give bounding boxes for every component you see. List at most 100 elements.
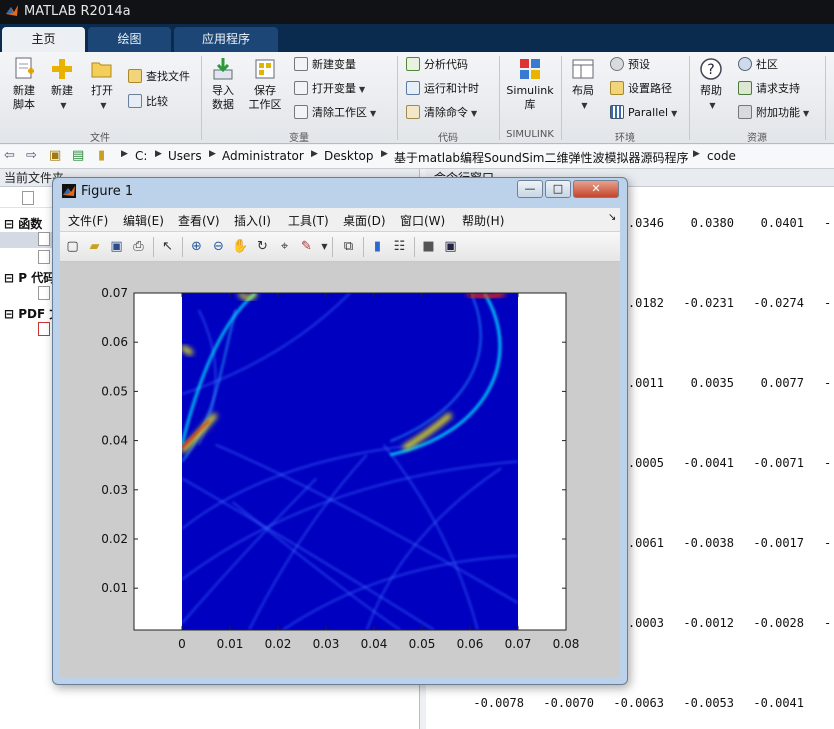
help-icon: ? — [700, 58, 722, 80]
output-value: -0.0028 — [753, 616, 804, 630]
collapse-icon: ⊟ — [4, 217, 19, 231]
up-folder-icon[interactable]: ▣ — [49, 148, 61, 163]
menu-help[interactable]: 帮助(H) — [462, 212, 504, 229]
open-button[interactable]: 打开 ▼ — [78, 56, 126, 113]
breadcrumb-item[interactable]: code — [707, 149, 736, 163]
breadcrumb-item[interactable]: Users — [168, 149, 202, 163]
breadcrumb-item[interactable]: C: — [135, 149, 147, 163]
breadcrumb-separator: ▶ — [693, 149, 700, 159]
layout-button[interactable]: 布局 ▼ — [559, 56, 607, 113]
address-bar: ⇦ ⇨ ▣ ▤ ▮ ▶ C: ▶ Users ▶ Administrator ▶… — [0, 145, 834, 169]
add-ons-button[interactable]: 附加功能 ▼ — [738, 103, 809, 123]
hide-plot-tools-icon[interactable]: ■ — [420, 238, 437, 255]
clear-commands-icon — [406, 105, 420, 119]
simulink-library-button[interactable]: Simulink 库 — [502, 56, 558, 112]
save-icon[interactable]: ▣ — [108, 238, 125, 255]
data-cursor-icon[interactable]: ⌖ — [276, 238, 293, 255]
clear-workspace-button[interactable]: 清除工作区 ▼ — [294, 103, 376, 123]
toolbar-divider — [182, 237, 183, 257]
breadcrumb-item[interactable]: 基于matlab编程SoundSim二维弹性波模拟器源码程序 — [394, 149, 688, 166]
help-button[interactable]: ? 帮助 ▼ — [687, 56, 735, 113]
brush-icon[interactable]: ✎ — [298, 238, 315, 255]
pan-icon[interactable]: ✋ — [232, 238, 249, 255]
menu-insert[interactable]: 插入(I) — [234, 212, 271, 229]
breadcrumb-item[interactable]: Desktop — [324, 149, 374, 163]
compare-button[interactable]: 比较 — [128, 92, 168, 112]
find-files-button[interactable]: 查找文件 — [128, 67, 190, 87]
clear-commands-button[interactable]: 清除命令 ▼ — [406, 103, 477, 123]
matlab-file-icon — [38, 232, 50, 246]
menu-window[interactable]: 窗口(W) — [400, 212, 445, 229]
zoom-in-icon[interactable]: ⊕ — [188, 238, 205, 255]
menu-desktop[interactable]: 桌面(D) — [343, 212, 386, 229]
tab-home[interactable]: 主页 — [2, 27, 85, 52]
add-ons-icon — [738, 105, 752, 119]
app-titlebar: MATLAB R2014a — [0, 0, 834, 24]
chevron-down-icon: ▼ — [471, 109, 478, 118]
breadcrumb-separator: ▶ — [209, 149, 216, 159]
close-button[interactable]: ✕ — [573, 180, 619, 198]
link-icon[interactable]: ⧉ — [340, 238, 357, 255]
output-value: -0.0041 — [683, 456, 734, 470]
maximize-button[interactable]: □ — [545, 180, 571, 198]
output-value: -0.0053 — [683, 696, 734, 710]
analyze-code-button[interactable]: 分析代码 — [406, 55, 468, 75]
chevron-down-icon: ▼ — [370, 109, 377, 118]
breadcrumb-item[interactable]: Administrator — [222, 149, 304, 163]
layout-icon — [572, 59, 594, 79]
ribbon-divider — [825, 56, 826, 140]
import-data-button[interactable]: 导入 数据 — [199, 56, 247, 112]
preferences-button[interactable]: 预设 — [610, 55, 650, 75]
forward-arrow-icon[interactable]: ⇨ — [26, 148, 37, 163]
zoom-out-icon[interactable]: ⊖ — [210, 238, 227, 255]
request-support-button[interactable]: 请求支持 — [738, 79, 800, 99]
section-p-code[interactable]: ⊟ P 代码 — [4, 269, 55, 286]
back-arrow-icon[interactable]: ⇦ — [4, 148, 15, 163]
file-column-icon — [22, 191, 34, 205]
show-plot-tools-icon[interactable]: ▣ — [442, 238, 459, 255]
output-value: -0.0038 — [683, 536, 734, 550]
output-value: -0.0071 — [753, 456, 804, 470]
heatmap-plot[interactable]: 0 0.01 0.02 0.03 0.04 0.05 0.06 0.07 0.08 0.01 0.0… — [60, 262, 620, 678]
chevron-down-icon[interactable]: ▼ — [316, 238, 333, 255]
clear-workspace-icon — [294, 105, 308, 119]
output-value-clipped: - — [824, 536, 832, 550]
toolbar-divider — [363, 237, 364, 257]
browse-folder-icon[interactable]: ▤ — [72, 148, 84, 163]
new-variable-button[interactable]: 新建变量 — [294, 55, 356, 75]
set-path-button[interactable]: 设置路径 — [610, 79, 672, 99]
app-title: MATLAB R2014a — [24, 4, 131, 19]
new-figure-icon[interactable]: ▢ — [64, 238, 81, 255]
community-button[interactable]: 社区 — [738, 55, 778, 75]
menu-view[interactable]: 查看(V) — [178, 212, 220, 229]
save-workspace-button[interactable]: 保存 工作区 — [241, 56, 289, 112]
figure-window: Figure 1 — □ ✕ 文件(F) 编辑(E) 查看(V) 插入(I) 工… — [52, 177, 628, 685]
tab-apps[interactable]: 应用程序 — [174, 27, 278, 52]
chevron-down-icon: ▼ — [709, 101, 716, 110]
colorbar-icon[interactable]: ▮ — [369, 238, 386, 255]
menu-file[interactable]: 文件(F) — [68, 212, 108, 229]
parallel-icon — [610, 105, 624, 119]
menu-edit[interactable]: 编辑(E) — [123, 212, 164, 229]
ribbon: 新建 脚本 新建 ▼ 打开 ▼ 查找文件 比较 文件 导入 数据 保存 工作区 新建… — [0, 52, 834, 144]
y-tick-label: 0.04 — [101, 434, 128, 448]
new-plus-icon — [52, 59, 72, 79]
menu-tools[interactable]: 工具(T) — [288, 212, 329, 229]
open-file-icon[interactable]: ▰ — [86, 238, 103, 255]
rotate-icon[interactable]: ↻ — [254, 238, 271, 255]
run-and-time-button[interactable]: 运行和计时 — [406, 79, 479, 99]
print-icon[interactable]: ⎙ — [130, 238, 147, 255]
pointer-icon[interactable]: ↖ — [159, 238, 176, 255]
x-tick-label: 0.03 — [313, 637, 340, 651]
section-functions[interactable]: ⊟ 函数 — [4, 215, 42, 232]
toolbar-divider — [332, 237, 333, 257]
minimize-button[interactable]: — — [517, 180, 543, 198]
legend-icon[interactable]: ☷ — [391, 238, 408, 255]
set-path-icon — [610, 81, 624, 95]
output-value: -0.0078 — [473, 696, 524, 710]
parallel-button[interactable]: Parallel ▼ — [610, 103, 677, 123]
chevron-down-icon: ▼ — [581, 101, 588, 110]
open-variable-button[interactable]: 打开变量 ▼ — [294, 79, 365, 99]
dock-arrow-icon[interactable]: ↘ — [608, 212, 616, 223]
tab-plots[interactable]: 绘图 — [88, 27, 171, 52]
